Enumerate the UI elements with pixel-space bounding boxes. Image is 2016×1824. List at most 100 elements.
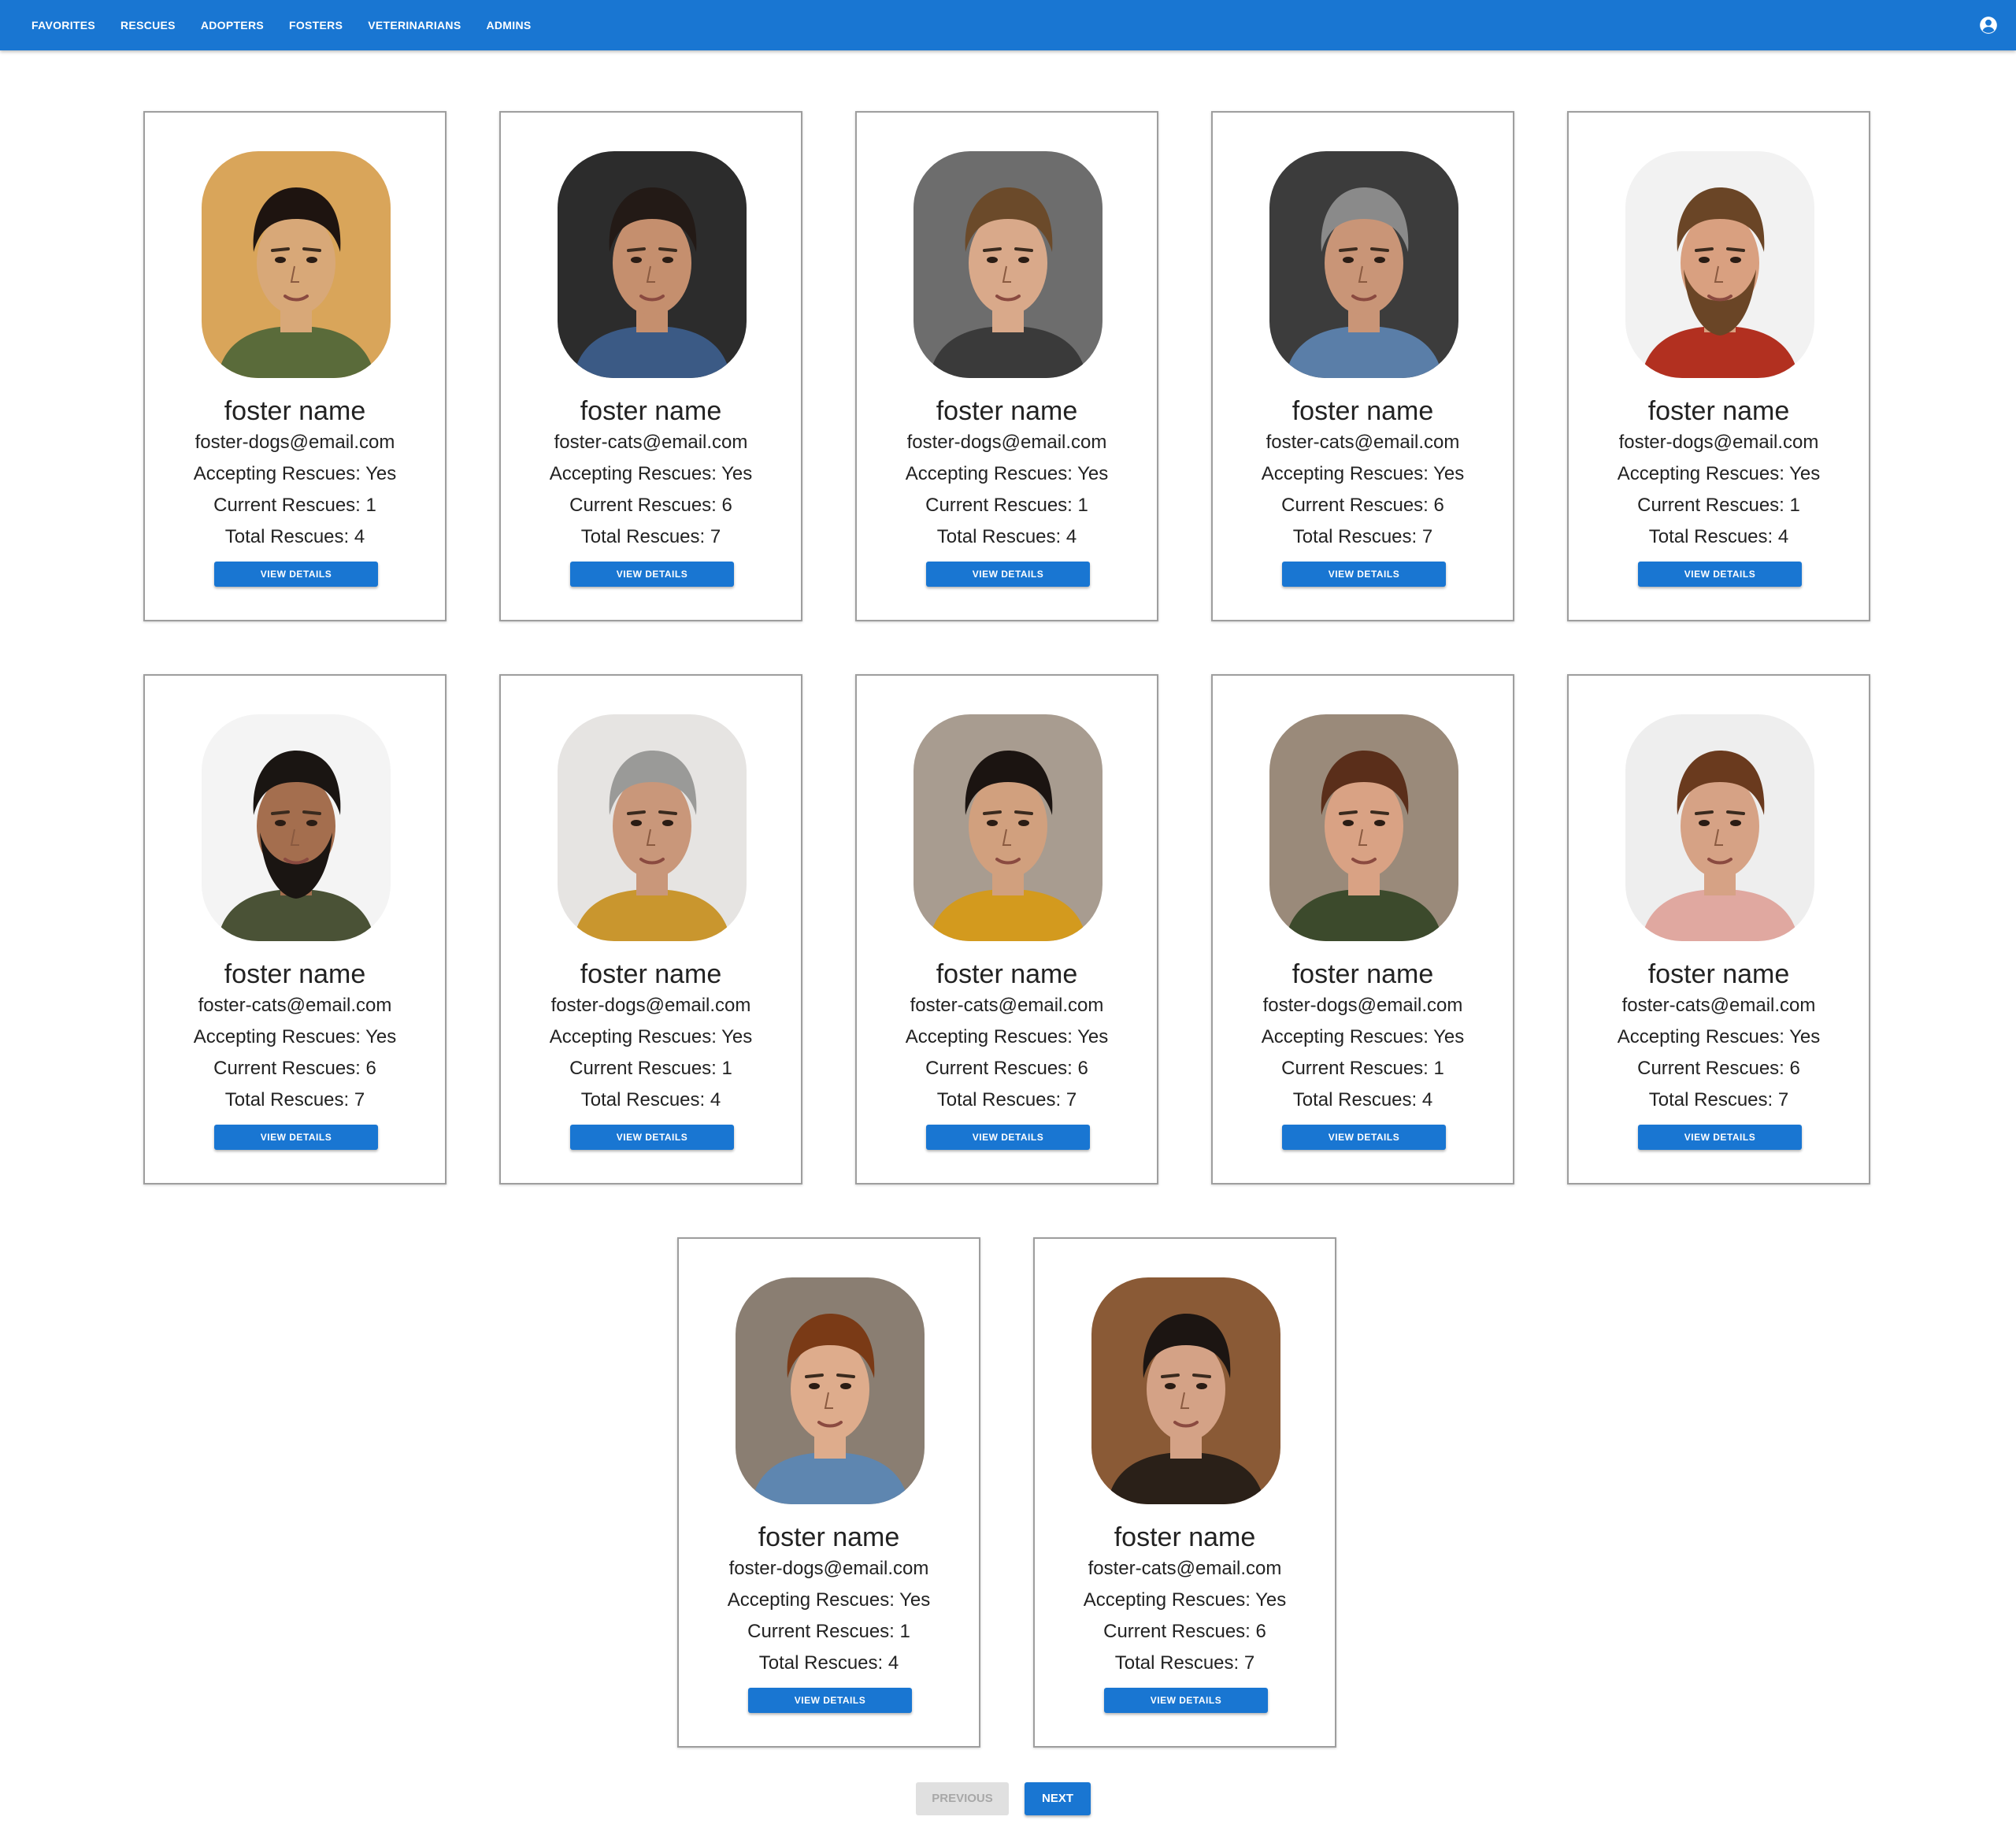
foster-avatar [1269,151,1458,378]
accepting-rescues: Accepting Rescues: Yes [1261,1026,1465,1047]
foster-email: foster-dogs@email.com [195,432,395,453]
view-details-button[interactable]: VIEW DETAILS [1638,1125,1802,1150]
foster-avatar [914,714,1102,941]
foster-avatar [1269,714,1458,941]
foster-email: foster-dogs@email.com [728,1558,929,1579]
current-rescues: Current Rescues: 6 [1103,1621,1266,1642]
foster-card-grid: foster name foster-dogs@email.com Accept… [0,0,2016,1824]
total-rescues: Total Rescues: 7 [580,526,721,547]
foster-name: foster name [580,396,722,426]
foster-email: foster-cats@email.com [910,995,1104,1016]
accepting-rescues: Accepting Rescues: Yes [193,463,397,484]
foster-name: foster name [936,959,1078,989]
foster-avatar [736,1277,925,1504]
current-rescues: Current Rescues: 1 [213,495,376,516]
foster-name: foster name [1647,959,1790,989]
foster-card: foster name foster-cats@email.com Accept… [1211,111,1514,621]
foster-card: foster name foster-cats@email.com Accept… [855,674,1158,1184]
accepting-rescues: Accepting Rescues: Yes [1617,1026,1821,1047]
foster-card: foster name foster-cats@email.com Accept… [143,674,447,1184]
foster-avatar [1625,151,1814,378]
foster-avatar [1625,714,1814,941]
view-details-button[interactable]: VIEW DETAILS [1282,1125,1446,1150]
current-rescues: Current Rescues: 6 [1637,1058,1800,1079]
foster-card: foster name foster-dogs@email.com Accept… [143,111,447,621]
foster-avatar [914,151,1102,378]
foster-avatar [558,714,747,941]
foster-name: foster name [758,1522,900,1552]
foster-name: foster name [1114,1522,1256,1552]
view-details-button[interactable]: VIEW DETAILS [1104,1688,1268,1713]
foster-card: foster name foster-dogs@email.com Accept… [855,111,1158,621]
foster-email: foster-cats@email.com [1266,432,1460,453]
next-page-button[interactable]: NEXT [1025,1782,1091,1815]
total-rescues: Total Rescues: 4 [1292,1089,1433,1110]
accepting-rescues: Accepting Rescues: Yes [727,1589,931,1611]
accepting-rescues: Accepting Rescues: Yes [905,1026,1109,1047]
view-details-button[interactable]: VIEW DETAILS [926,562,1090,587]
total-rescues: Total Rescues: 7 [224,1089,365,1110]
accepting-rescues: Accepting Rescues: Yes [549,1026,753,1047]
total-rescues: Total Rescues: 7 [936,1089,1077,1110]
foster-name: foster name [1292,959,1434,989]
current-rescues: Current Rescues: 6 [1281,495,1444,516]
view-details-button[interactable]: VIEW DETAILS [1282,562,1446,587]
total-rescues: Total Rescues: 4 [580,1089,721,1110]
foster-email: foster-dogs@email.com [1618,432,1819,453]
total-rescues: Total Rescues: 4 [936,526,1077,547]
accepting-rescues: Accepting Rescues: Yes [549,463,753,484]
foster-email: foster-dogs@email.com [1262,995,1463,1016]
current-rescues: Current Rescues: 1 [747,1621,910,1642]
total-rescues: Total Rescues: 4 [224,526,365,547]
view-details-button[interactable]: VIEW DETAILS [926,1125,1090,1150]
total-rescues: Total Rescues: 7 [1292,526,1433,547]
accepting-rescues: Accepting Rescues: Yes [1261,463,1465,484]
view-details-button[interactable]: VIEW DETAILS [570,562,734,587]
foster-avatar [558,151,747,378]
foster-avatar [1091,1277,1280,1504]
accepting-rescues: Accepting Rescues: Yes [905,463,1109,484]
pagination: PREVIOUS NEXT [0,1782,2016,1815]
current-rescues: Current Rescues: 6 [925,1058,1088,1079]
total-rescues: Total Rescues: 7 [1648,1089,1789,1110]
foster-avatar [202,151,391,378]
total-rescues: Total Rescues: 4 [1648,526,1789,547]
foster-email: foster-cats@email.com [554,432,748,453]
foster-email: foster-cats@email.com [1621,995,1816,1016]
view-details-button[interactable]: VIEW DETAILS [570,1125,734,1150]
total-rescues: Total Rescues: 4 [758,1652,899,1674]
current-rescues: Current Rescues: 6 [569,495,732,516]
foster-name: foster name [936,396,1078,426]
current-rescues: Current Rescues: 1 [1281,1058,1444,1079]
foster-name: foster name [224,959,366,989]
accepting-rescues: Accepting Rescues: Yes [1617,463,1821,484]
foster-card: foster name foster-dogs@email.com Accept… [1567,111,1870,621]
total-rescues: Total Rescues: 7 [1114,1652,1255,1674]
foster-email: foster-dogs@email.com [550,995,751,1016]
foster-card: foster name foster-dogs@email.com Accept… [677,1237,980,1748]
current-rescues: Current Rescues: 1 [1637,495,1800,516]
view-details-button[interactable]: VIEW DETAILS [748,1688,912,1713]
foster-avatar [202,714,391,941]
foster-name: foster name [1292,396,1434,426]
current-rescues: Current Rescues: 1 [925,495,1088,516]
current-rescues: Current Rescues: 1 [569,1058,732,1079]
foster-name: foster name [1647,396,1790,426]
foster-card: foster name foster-cats@email.com Accept… [499,111,802,621]
foster-card: foster name foster-cats@email.com Accept… [1033,1237,1336,1748]
foster-card: foster name foster-cats@email.com Accept… [1567,674,1870,1184]
foster-email: foster-dogs@email.com [906,432,1107,453]
foster-name: foster name [224,396,366,426]
current-rescues: Current Rescues: 6 [213,1058,376,1079]
foster-name: foster name [580,959,722,989]
foster-card: foster name foster-dogs@email.com Accept… [1211,674,1514,1184]
view-details-button[interactable]: VIEW DETAILS [1638,562,1802,587]
previous-page-button[interactable]: PREVIOUS [916,1782,1009,1815]
accepting-rescues: Accepting Rescues: Yes [1083,1589,1287,1611]
view-details-button[interactable]: VIEW DETAILS [214,562,378,587]
view-details-button[interactable]: VIEW DETAILS [214,1125,378,1150]
foster-email: foster-cats@email.com [1088,1558,1282,1579]
foster-card: foster name foster-dogs@email.com Accept… [499,674,802,1184]
foster-email: foster-cats@email.com [198,995,392,1016]
accepting-rescues: Accepting Rescues: Yes [193,1026,397,1047]
